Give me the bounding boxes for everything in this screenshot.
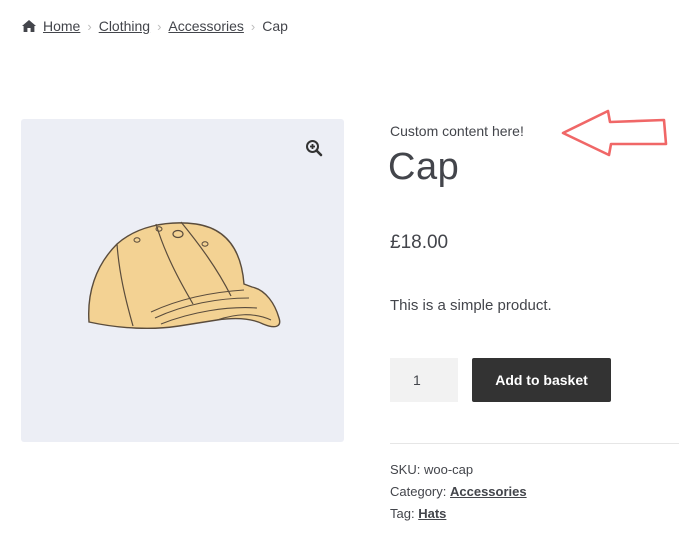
product-short-description: This is a simple product. (390, 297, 552, 314)
tag-row: Tag: Hats (390, 506, 446, 521)
product-gallery[interactable] (21, 119, 344, 442)
home-icon (21, 19, 37, 33)
tag-label: Tag: (390, 506, 415, 521)
category-row: Category: Accessories (390, 484, 527, 499)
breadcrumb-separator: › (157, 18, 162, 34)
sku-value: woo-cap (423, 462, 474, 477)
breadcrumb-accessories-link[interactable]: Accessories (168, 18, 243, 34)
breadcrumb-separator: › (87, 18, 92, 34)
left-arrow-outline-icon (561, 109, 668, 157)
breadcrumb-separator: › (250, 18, 256, 34)
sku-label: SKU: (390, 462, 421, 477)
category-label: Category: (390, 484, 447, 499)
sku-row: SKU: woo-cap (390, 462, 473, 477)
breadcrumb-clothing-link[interactable]: Clothing (99, 18, 150, 34)
custom-content-text: Custom content here! (390, 123, 524, 139)
breadcrumb: Home › Clothing › Accessories › Cap (21, 17, 288, 35)
cap-product-image (88, 221, 281, 330)
tag-link[interactable]: Hats (418, 506, 446, 521)
product-title: Cap (388, 146, 460, 188)
product-price: £18.00 (390, 232, 449, 253)
breadcrumb-current: Cap (262, 18, 288, 34)
quantity-input[interactable] (390, 358, 458, 402)
magnifier-plus-icon[interactable] (305, 139, 323, 157)
add-to-basket-button[interactable]: Add to basket (472, 358, 611, 402)
category-link[interactable]: Accessories (450, 484, 527, 499)
meta-divider (390, 443, 679, 444)
breadcrumb-home-link[interactable]: Home (43, 18, 80, 34)
